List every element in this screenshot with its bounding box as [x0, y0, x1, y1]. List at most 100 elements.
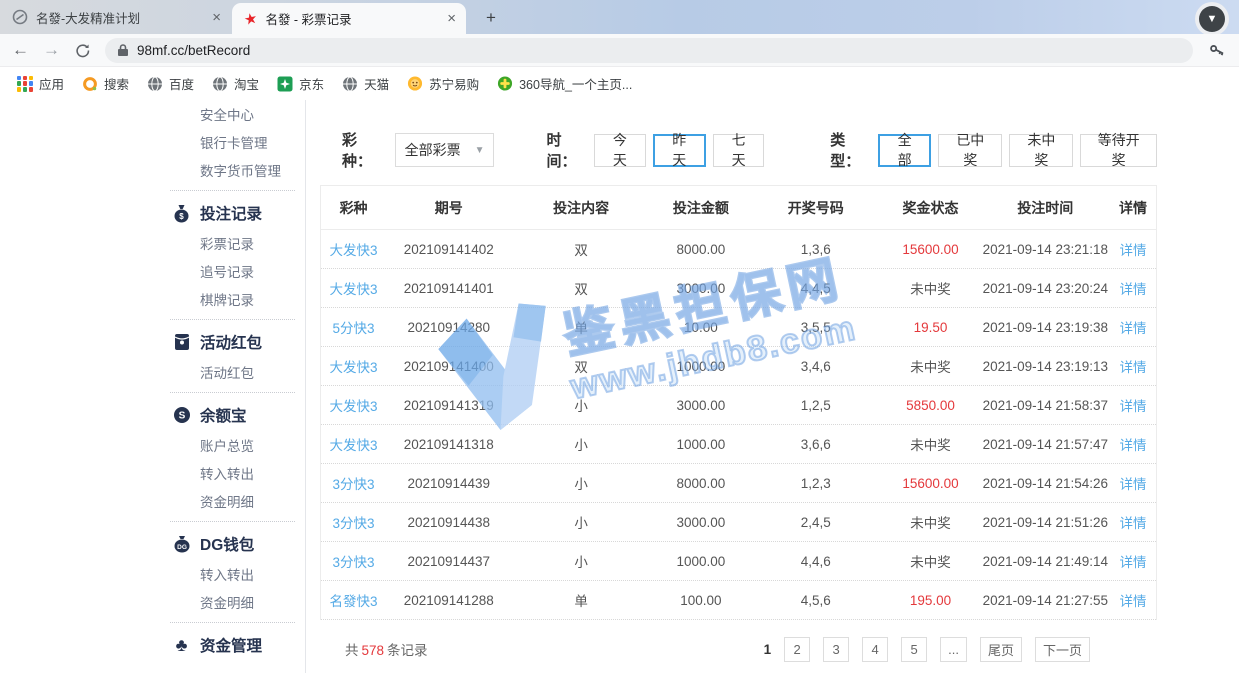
pagination: 1 2 3 4 5 ... 尾页 下一页	[764, 637, 1090, 662]
sidebar-category-dg-wallet[interactable]: DG DG钱包	[160, 528, 305, 560]
sidebar-category-yuebao[interactable]: S 余额宝	[160, 399, 305, 431]
lion-face-icon	[407, 75, 423, 92]
back-button[interactable]: ←	[12, 40, 29, 60]
sidebar-item-label: 追号记录	[200, 261, 254, 281]
bookmark-apps[interactable]: 应用	[8, 72, 73, 96]
cell-amount: 8000.00	[651, 242, 751, 257]
lottery-select[interactable]: 全部彩票 ▼	[395, 133, 495, 167]
detail-link[interactable]: 详情	[1110, 434, 1156, 454]
sidebar-item-red-packet[interactable]: 活动红包	[160, 358, 305, 386]
address-bar[interactable]: 98mf.cc/betRecord	[105, 38, 1193, 63]
sidebar-item-label: 资金明细	[200, 592, 254, 612]
sidebar-item-label: 银行卡管理	[200, 132, 268, 152]
sidebar-item-digital-currency[interactable]: 数字货币管理	[160, 156, 305, 184]
header-numbers: 开奖号码	[751, 198, 880, 218]
cell-lottery[interactable]: 5分快3	[321, 317, 386, 337]
tab-inactive[interactable]: 名發-大发精准计划 ×	[0, 0, 231, 34]
sidebar-item-transfer[interactable]: 转入转出	[160, 459, 305, 487]
total-prefix: 共	[345, 643, 359, 658]
page-button-2[interactable]: 2	[784, 637, 810, 662]
time-button-yesterday[interactable]: 昨天	[653, 134, 706, 167]
detail-link[interactable]: 详情	[1110, 239, 1156, 259]
cell-prize: 未中奖	[880, 551, 980, 571]
svg-text:DG: DG	[177, 544, 187, 551]
detail-link[interactable]: 详情	[1110, 590, 1156, 610]
sidebar-item-lottery-records[interactable]: 彩票记录	[160, 229, 305, 257]
cell-lottery[interactable]: 名發快3	[321, 590, 386, 610]
lottery-select-value: 全部彩票	[405, 140, 461, 160]
bookmark-suning[interactable]: 苏宁易购	[398, 72, 488, 96]
header-time: 投注时间	[981, 198, 1110, 218]
cell-issue: 202109141401	[386, 281, 511, 296]
sidebar-category-bet-records[interactable]: $ 投注记录	[160, 197, 305, 229]
reload-button[interactable]	[74, 42, 91, 59]
page-button-5[interactable]: 5	[901, 637, 927, 662]
globe-icon	[212, 76, 228, 92]
cell-content: 单	[511, 590, 650, 610]
page-ellipsis[interactable]: ...	[940, 637, 967, 662]
cell-lottery[interactable]: 大发快3	[321, 278, 386, 298]
sidebar-item-chase-records[interactable]: 追号记录	[160, 257, 305, 285]
tab-close-icon[interactable]: ×	[212, 10, 221, 25]
detail-link[interactable]: 详情	[1110, 512, 1156, 532]
cell-lottery[interactable]: 大发快3	[321, 356, 386, 376]
detail-link[interactable]: 详情	[1110, 317, 1156, 337]
bookmark-jd[interactable]: 京东	[268, 72, 333, 96]
cell-numbers: 4,5,6	[751, 593, 880, 608]
type-button-pending[interactable]: 等待开奖	[1080, 134, 1157, 167]
sidebar-item-bank-card[interactable]: 银行卡管理	[160, 128, 305, 156]
cell-amount: 100.00	[651, 593, 751, 608]
sidebar-item-fund-details[interactable]: 资金明细	[160, 487, 305, 515]
type-button-lost[interactable]: 未中奖	[1009, 134, 1073, 167]
detail-link[interactable]: 详情	[1110, 356, 1156, 376]
tab-close-icon[interactable]: ×	[447, 11, 456, 26]
star-favicon-icon: ★	[242, 8, 259, 28]
table-row: 大发快3 202109141318 小 1000.00 3,6,6 未中奖 20…	[321, 425, 1156, 464]
cell-amount: 1000.00	[651, 437, 751, 452]
sidebar-category-fund-management[interactable]: ♣ 资金管理	[160, 629, 305, 661]
cell-content: 小	[511, 434, 650, 454]
cell-lottery[interactable]: 3分快3	[321, 512, 386, 532]
sidebar-item-account-overview[interactable]: 账户总览	[160, 431, 305, 459]
sidebar-category-red-packet[interactable]: 活动红包	[160, 326, 305, 358]
time-button-today[interactable]: 今天	[594, 134, 645, 167]
detail-link[interactable]: 详情	[1110, 395, 1156, 415]
last-page-button[interactable]: 尾页	[980, 637, 1022, 662]
cell-lottery[interactable]: 3分快3	[321, 473, 386, 493]
bookmark-tmall[interactable]: 天猫	[333, 72, 398, 96]
bookmark-360nav[interactable]: 360导航_一个主页...	[488, 72, 641, 96]
cell-time: 2021-09-14 21:27:55	[981, 593, 1110, 608]
next-page-button[interactable]: 下一页	[1035, 637, 1090, 662]
detail-link[interactable]: 详情	[1110, 278, 1156, 298]
cell-lottery[interactable]: 3分快3	[321, 551, 386, 571]
forward-button[interactable]: →	[43, 40, 60, 60]
page-button-3[interactable]: 3	[823, 637, 849, 662]
cell-lottery[interactable]: 大发快3	[321, 434, 386, 454]
time-button-seven-days[interactable]: 七天	[713, 134, 764, 167]
cell-time: 2021-09-14 21:49:14	[981, 554, 1110, 569]
sidebar-item-dg-transfer[interactable]: 转入转出	[160, 560, 305, 588]
sidebar-item-security-center[interactable]: 安全中心	[160, 100, 305, 128]
cell-lottery[interactable]: 大发快3	[321, 239, 386, 259]
globe-icon	[342, 76, 358, 92]
detail-link[interactable]: 详情	[1110, 473, 1156, 493]
cell-content: 小	[511, 473, 650, 493]
browser-menu-button[interactable]: ▼	[1195, 2, 1229, 36]
new-tab-button[interactable]: +	[478, 5, 504, 31]
tab-active[interactable]: ★ 名發 - 彩票记录 ×	[232, 3, 466, 34]
cell-numbers: 1,2,3	[751, 476, 880, 491]
type-button-all[interactable]: 全部	[878, 134, 931, 167]
bookmark-search[interactable]: 搜索	[73, 72, 138, 96]
cell-lottery[interactable]: 大发快3	[321, 395, 386, 415]
sidebar-item-board-game-records[interactable]: 棋牌记录	[160, 285, 305, 313]
detail-link[interactable]: 详情	[1110, 551, 1156, 571]
bookmark-baidu[interactable]: 百度	[138, 72, 203, 96]
svg-text:S: S	[178, 411, 185, 422]
sidebar-item-dg-fund-details[interactable]: 资金明细	[160, 588, 305, 616]
cell-issue: 20210914439	[386, 476, 511, 491]
page-button-4[interactable]: 4	[862, 637, 888, 662]
cell-prize: 195.00	[880, 593, 980, 608]
password-key-icon[interactable]	[1207, 41, 1227, 59]
type-button-won[interactable]: 已中奖	[938, 134, 1002, 167]
bookmark-taobao[interactable]: 淘宝	[203, 72, 268, 96]
